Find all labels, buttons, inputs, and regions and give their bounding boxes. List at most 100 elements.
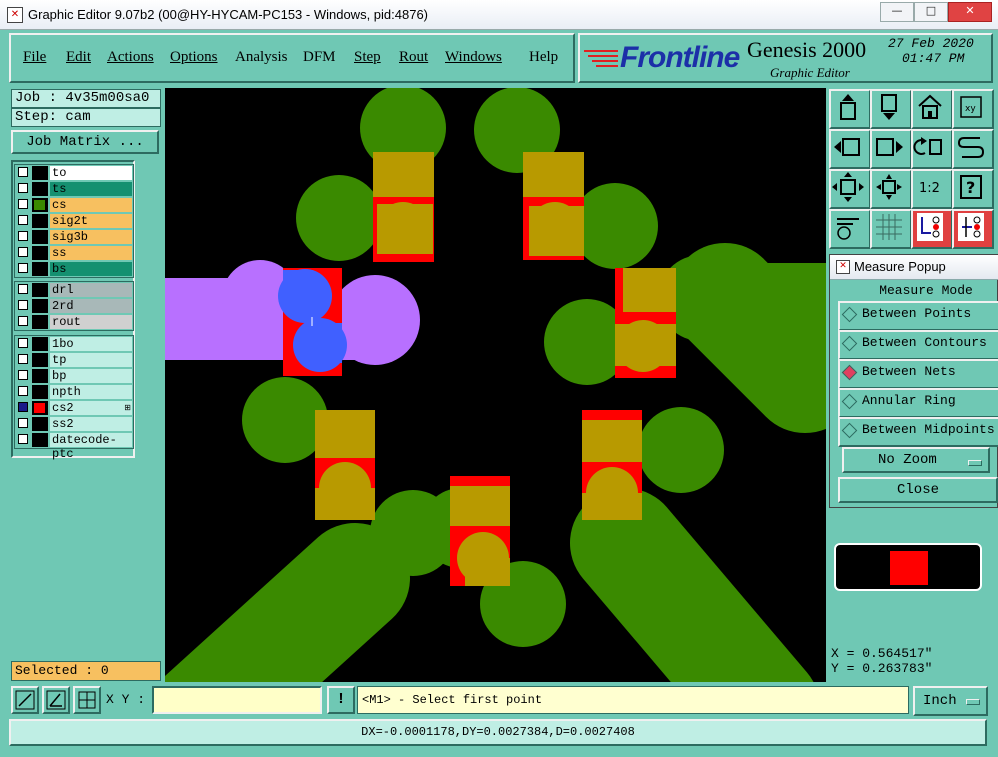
menu-actions[interactable]: Actions [107,49,154,66]
zoom-window-button[interactable]: xy [952,89,994,129]
layer-name[interactable]: cs2 ⊞ [50,401,132,415]
option-annular-ring[interactable]: Annular Ring [838,388,998,418]
layer-checkbox[interactable] [18,284,28,294]
layer-checkbox[interactable] [18,402,28,412]
graphics-canvas[interactable] [165,88,826,682]
layer-checkbox[interactable] [18,300,28,310]
menu-analysis[interactable]: Analysis [235,49,288,66]
home-button[interactable] [911,89,953,129]
redraw-button[interactable] [952,129,994,169]
layer-display-swatch[interactable] [32,262,48,276]
grid-snap-button[interactable] [73,686,101,714]
zoom-center-button[interactable] [870,169,912,209]
menu-step[interactable]: Step [354,49,381,66]
layer-row[interactable]: 2rd [16,299,133,313]
layer-name[interactable]: npth [50,385,132,399]
layer-display-swatch[interactable] [32,353,48,367]
layer-display-swatch[interactable] [32,337,48,351]
layer-row[interactable]: rout [16,315,133,329]
snap-settings-button[interactable] [829,209,871,249]
units-dropdown[interactable]: Inch [913,686,988,716]
alert-button[interactable]: ! [327,686,355,714]
layer-checkbox[interactable] [18,231,28,241]
zoom-fit-button[interactable] [829,169,871,209]
layer-name[interactable]: tp [50,353,132,367]
menu-options[interactable]: Options [170,49,218,66]
layer-name[interactable]: to [50,166,132,180]
layer-name[interactable]: 1bo [50,337,132,351]
maximize-button[interactable]: □ [914,2,948,22]
menu-file[interactable]: File [23,49,46,66]
layer-row[interactable]: drl [16,283,133,297]
layer-checkbox[interactable] [18,167,28,177]
layer-display-swatch[interactable] [32,198,48,212]
layer-row[interactable]: ss [16,246,133,260]
layer-display-swatch[interactable] [32,214,48,228]
pan-left-button[interactable] [829,129,871,169]
layer-row[interactable]: npth [16,385,133,399]
pan-right-button[interactable] [870,129,912,169]
menu-dfm[interactable]: DFM [303,49,336,66]
layer-display-swatch[interactable] [32,385,48,399]
layer-name[interactable]: ss2 [50,417,132,431]
minimize-button[interactable]: — [880,2,914,22]
layer-display-swatch[interactable] [32,315,48,329]
layer-name[interactable]: sig3b [50,230,132,244]
layer-checkbox[interactable] [18,370,28,380]
option-between-midpoints[interactable]: Between Midpoints [838,417,998,447]
layer-checkbox[interactable] [18,247,28,257]
layer-display-swatch[interactable] [32,230,48,244]
close-button[interactable]: Close [838,477,998,503]
snap-mode-button[interactable] [11,686,39,714]
menu-edit[interactable]: Edit [66,49,91,66]
layer-row[interactable]: ts [16,182,133,196]
zoom-1to1-button[interactable]: 1:2 [911,169,953,209]
layer-checkbox[interactable] [18,418,28,428]
layer-display-swatch[interactable] [32,166,48,180]
layer-row[interactable]: sig2t [16,214,133,228]
layer-row[interactable]: cs [16,198,133,212]
layer-display-swatch[interactable] [32,299,48,313]
measure-button[interactable] [911,209,953,249]
layer-row[interactable]: 1bo [16,337,133,351]
close-window-button[interactable]: ✕ [948,2,992,22]
layer-name[interactable]: bs [50,262,132,276]
option-between-contours[interactable]: Between Contours [838,330,998,360]
angle-mode-button[interactable] [42,686,70,714]
layer-name[interactable]: ts [50,182,132,196]
pan-up-button[interactable] [829,89,871,129]
menu-windows[interactable]: Windows [445,49,502,66]
layer-name[interactable]: bp [50,369,132,383]
layer-checkbox[interactable] [18,199,28,209]
layer-row[interactable]: ss2 [16,417,133,431]
layer-checkbox[interactable] [18,316,28,326]
layer-name[interactable]: cs [50,198,132,212]
layer-checkbox[interactable] [18,263,28,273]
layer-row[interactable]: datecode-ptc [16,433,133,461]
layer-display-swatch[interactable] [32,401,48,415]
layer-checkbox[interactable] [18,386,28,396]
layer-name[interactable]: ss [50,246,132,260]
measure-popup-titlebar[interactable]: ✕ Measure Popup [830,255,998,280]
menu-rout[interactable]: Rout [399,49,428,66]
layer-checkbox[interactable] [18,215,28,225]
layer-name[interactable]: 2rd [50,299,132,313]
layer-checkbox[interactable] [18,434,28,444]
layer-row[interactable]: sig3b [16,230,133,244]
xy-input[interactable] [152,686,322,714]
layer-display-swatch[interactable] [32,417,48,431]
grid-button[interactable] [870,209,912,249]
layer-display-swatch[interactable] [32,182,48,196]
option-between-nets[interactable]: Between Nets [838,359,998,389]
layer-row[interactable]: to [16,166,133,180]
layer-checkbox[interactable] [18,338,28,348]
undo-zoom-button[interactable] [911,129,953,169]
layer-name[interactable]: sig2t [50,214,132,228]
help-button[interactable]: ? [952,169,994,209]
pan-down-button[interactable] [870,89,912,129]
layer-name[interactable]: rout [50,315,132,329]
menu-help[interactable]: Help [529,49,558,66]
layer-checkbox[interactable] [18,354,28,364]
net-highlight-button[interactable] [952,209,994,249]
layer-row[interactable]: bp [16,369,133,383]
